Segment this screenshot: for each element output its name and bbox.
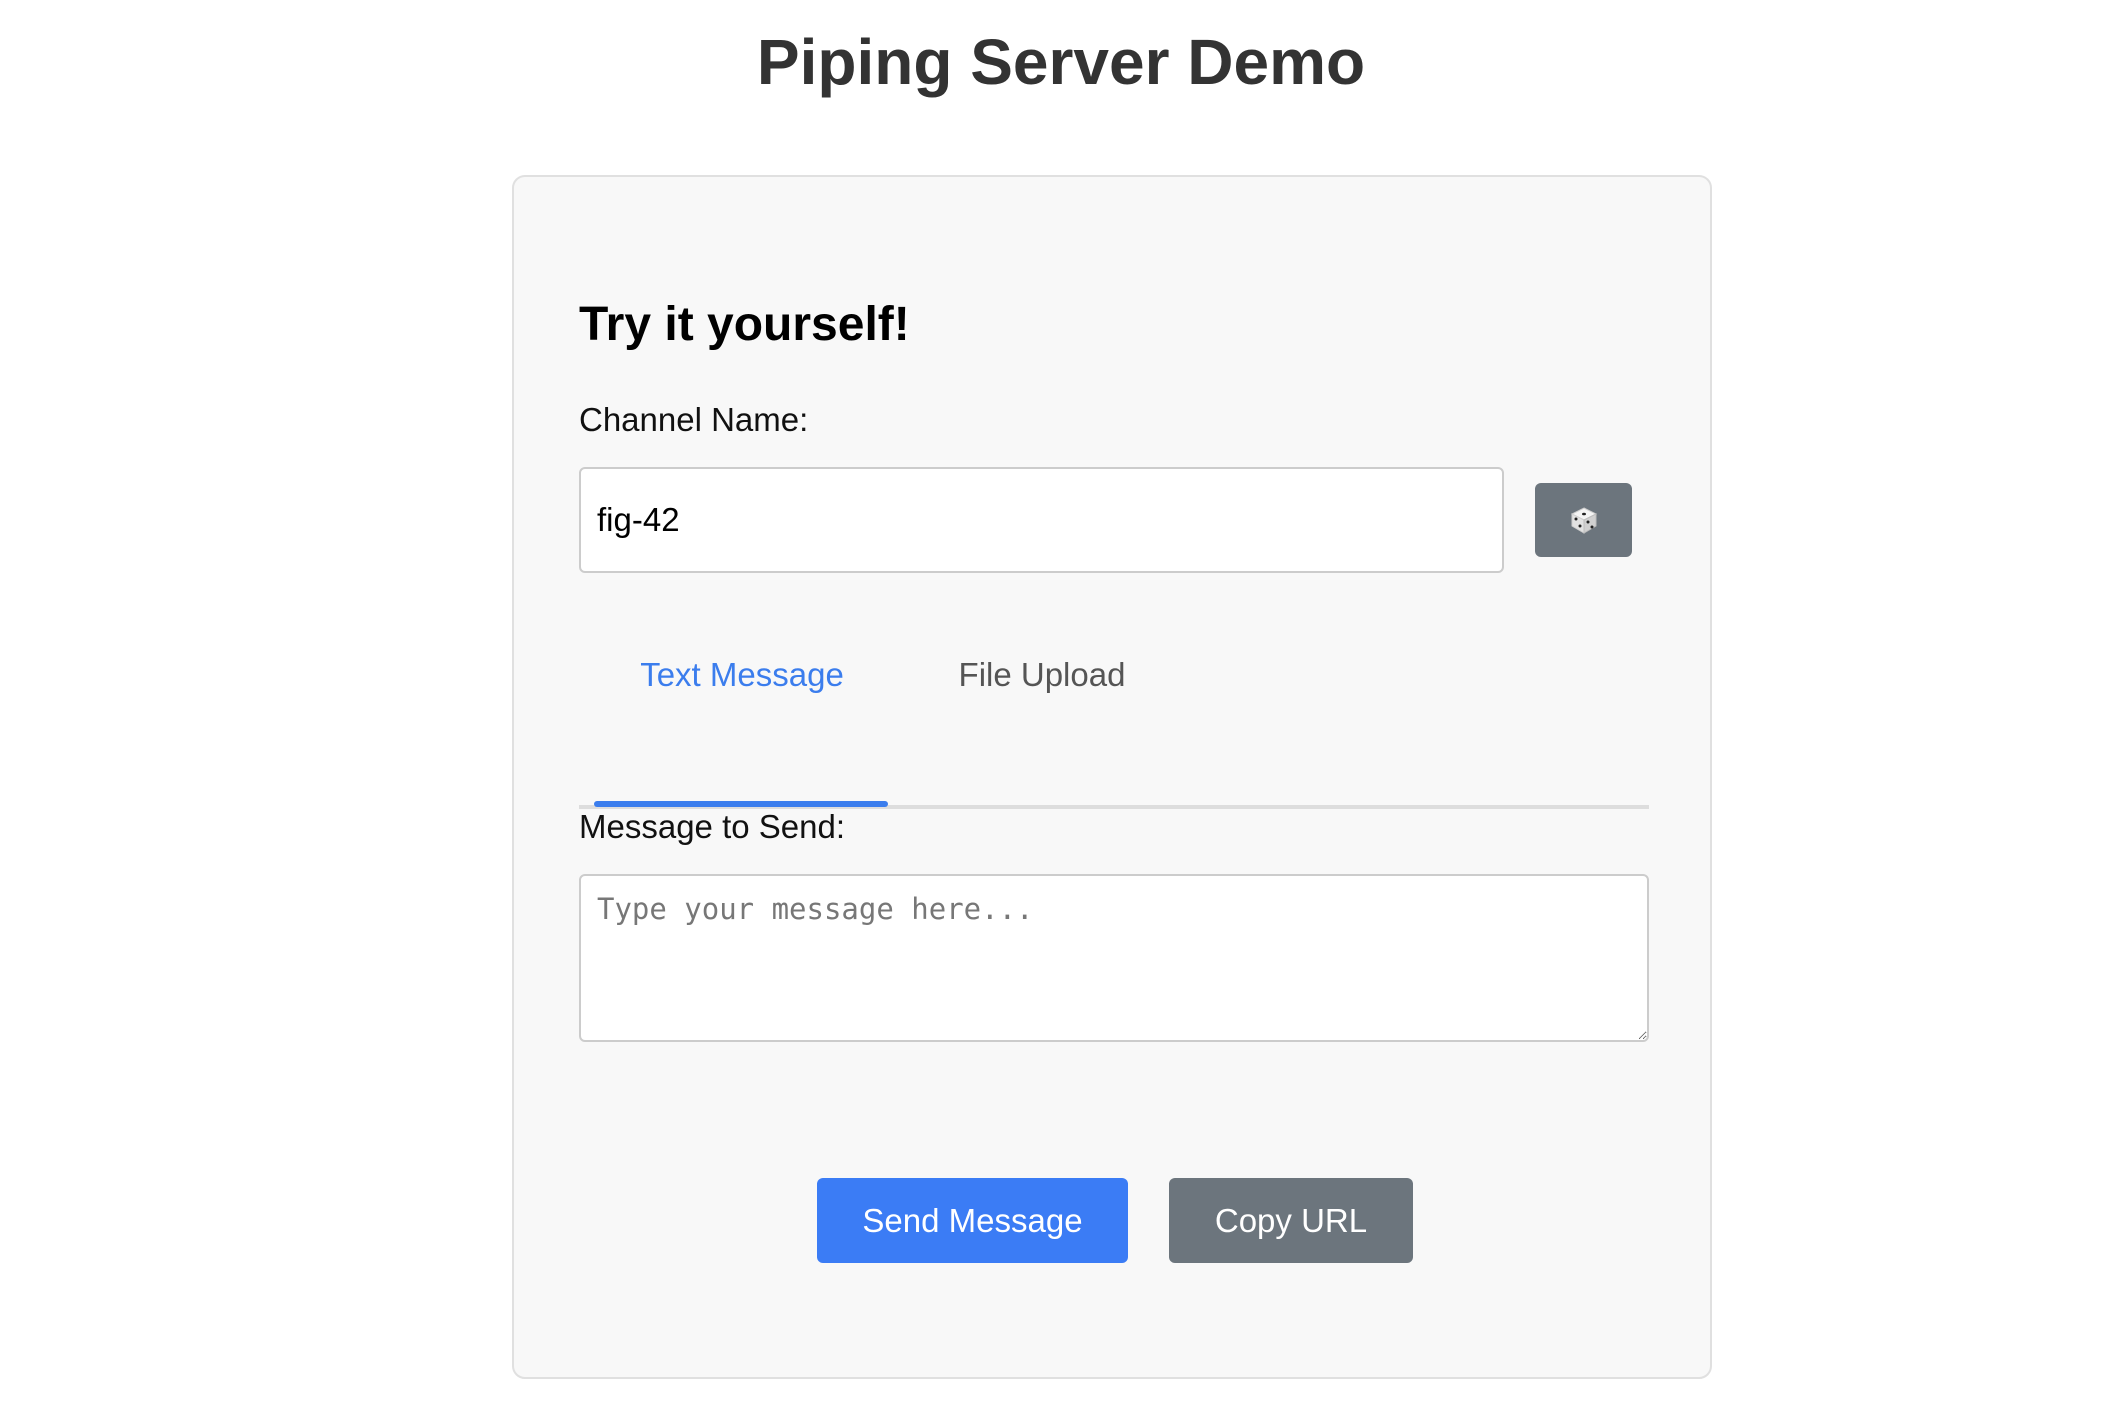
- message-label: Message to Send:: [579, 808, 845, 845]
- page-title: Piping Server Demo: [756, 26, 1366, 98]
- card-title: Try it yourself!: [579, 298, 910, 351]
- copy-url-button[interactable]: Copy URL: [1169, 1178, 1413, 1263]
- message-textarea[interactable]: [579, 874, 1649, 1042]
- channel-name-input[interactable]: [579, 467, 1504, 573]
- demo-card: Try it yourself! Channel Name: Text Mess…: [512, 175, 1712, 1379]
- tab-text-message[interactable]: Text Message: [596, 655, 888, 695]
- send-message-button[interactable]: Send Message: [817, 1178, 1128, 1263]
- dice-icon: [1570, 507, 1597, 534]
- tab-file-upload[interactable]: File Upload: [896, 655, 1188, 695]
- random-channel-button[interactable]: [1535, 483, 1632, 557]
- channel-name-label: Channel Name:: [579, 401, 809, 438]
